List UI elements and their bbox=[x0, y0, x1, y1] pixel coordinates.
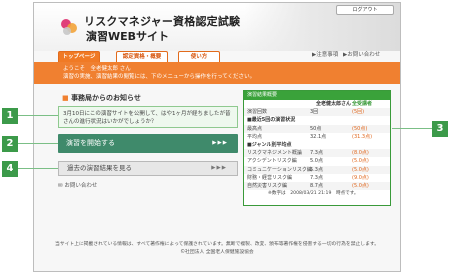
genre-all: (5.0点) bbox=[352, 182, 369, 189]
callout-4: 4 bbox=[2, 161, 18, 177]
arrows-icon: ▶▶▶ bbox=[212, 140, 228, 146]
notice-body: 3月10日にこの演習サイトを公開して、はや1ヶ月が経ちましたが皆さんの進行状況は… bbox=[58, 106, 238, 128]
footer-copyright: ©社団法人 全国老人保健施設協会 bbox=[180, 250, 254, 255]
genre-label: 財務・経営リスク編 bbox=[247, 174, 293, 181]
genre-value: 5.3点 bbox=[310, 166, 323, 173]
start-exercise-label: 演習を開始する bbox=[66, 139, 115, 147]
page: ログアウト リスクマネジャー資格認定試験 演習WEBサイト トップページ 認定資… bbox=[0, 0, 453, 278]
genre-all: (9.0点) bbox=[352, 174, 369, 181]
best-row: 最高点 50点 (50点) bbox=[244, 124, 390, 133]
notes-link[interactable]: ▶注意事項 bbox=[312, 52, 338, 58]
average-label: 平均点 bbox=[247, 133, 263, 140]
results-footnote-row: ※数字は 2008/03/21 21:19 時点です。 bbox=[244, 190, 390, 198]
genre-section-title: ■ジャンル別平均点 bbox=[247, 141, 292, 148]
genre-label: アクシデントリスク編 bbox=[247, 158, 297, 165]
all-users-label: 全受講者 bbox=[352, 101, 373, 107]
results-footnote: ※数字は 2008/03/21 21:19 時点です。 bbox=[268, 191, 359, 197]
genre-row: 財務・経営リスク編 7.3点 (9.0点) bbox=[244, 174, 390, 182]
welcome-line2: 演習の実施、演習結果の閲覧には、下のメニューから操作を行ってください。 bbox=[63, 74, 256, 80]
notice-bullet-icon: ■ bbox=[62, 94, 69, 102]
average-all: (31.3点) bbox=[352, 133, 373, 140]
tab-certification-overview[interactable]: 認定資格・概要 bbox=[116, 51, 168, 62]
past-results-button[interactable]: 過去の演習結果を見る ▶▶▶ bbox=[58, 161, 238, 176]
genre-value: 5.0点 bbox=[310, 158, 323, 165]
callout-4-line bbox=[17, 168, 58, 169]
average-value: 32.1点 bbox=[310, 133, 327, 140]
callout-1-line bbox=[17, 115, 58, 116]
genre-value: 8.7点 bbox=[310, 182, 323, 189]
genre-section: ■ジャンル別平均点 bbox=[244, 141, 390, 149]
contact-header-link[interactable]: ▶お問い合わせ bbox=[343, 52, 380, 58]
genre-all: (5.0点) bbox=[352, 166, 369, 173]
contact-link-label: お問い合わせ bbox=[64, 183, 98, 189]
contact-link[interactable]: ✉ お問い合わせ bbox=[58, 181, 97, 189]
footer-copyright-notice: 当サイト上に掲載されている情報は、すべて著作権によって保護されています。無断で複… bbox=[54, 242, 380, 247]
arrows-icon: ▶▶▶ bbox=[211, 165, 227, 171]
genre-all: (5.0点) bbox=[352, 158, 369, 165]
notice-title-text: 事務局からのお知らせ bbox=[71, 94, 141, 102]
logout-button[interactable]: ログアウト bbox=[336, 5, 394, 15]
recent-section-title: ■最近5回の演習状況 bbox=[247, 117, 296, 124]
callout-2-line bbox=[17, 143, 58, 144]
genre-row: コミュニケーションリスク編 5.3点 (5.0点) bbox=[244, 165, 390, 174]
recent-section: ■最近5回の演習状況 bbox=[244, 116, 390, 124]
best-value: 50点 bbox=[310, 125, 322, 132]
genre-value: 7.3点 bbox=[310, 150, 323, 157]
results-header-row: 全老健太郎さん 全受講者 bbox=[244, 100, 390, 108]
attempts-label: 演習回数 bbox=[247, 109, 268, 116]
header-links: ▶注意事項 ▶お問い合わせ bbox=[312, 50, 380, 58]
genre-label: リスクマネジメント概論 bbox=[247, 150, 303, 157]
tab-top-page[interactable]: トップページ bbox=[58, 51, 100, 62]
average-row: 平均点 32.1点 (31.3点) bbox=[244, 133, 390, 141]
results-heading: 演習結果概要 bbox=[244, 91, 390, 100]
genre-label: 自然災害リスク編 bbox=[247, 182, 288, 189]
attempts-value: 3回 bbox=[310, 109, 319, 116]
welcome-line1: ようこそ 全老健太郎 さん bbox=[63, 66, 131, 72]
start-exercise-button[interactable]: 演習を開始する ▶▶▶ bbox=[58, 134, 238, 153]
genre-value: 7.3点 bbox=[310, 174, 323, 181]
genre-row: リスクマネジメント概論 7.3点 (8.0点) bbox=[244, 149, 390, 158]
callout-2: 2 bbox=[2, 136, 18, 152]
site-footer: 当サイト上に掲載されている情報は、すべて著作権によって保護されています。無断で複… bbox=[34, 241, 400, 257]
genre-label: コミュニケーションリスク編 bbox=[247, 166, 312, 173]
best-all: (50点) bbox=[352, 125, 368, 132]
callout-3: 3 bbox=[432, 121, 448, 137]
welcome-band: ようこそ 全老健太郎 さん 演習の実施、演習結果の閲覧には、下のメニューから操作… bbox=[34, 62, 400, 84]
site-title-line1: リスクマネジャー資格認定試験 bbox=[84, 15, 241, 28]
callout-3-line bbox=[392, 128, 432, 129]
best-label: 最高点 bbox=[247, 125, 263, 132]
user-name: 全老健太郎さん bbox=[316, 101, 352, 107]
genre-all: (8.0点) bbox=[352, 150, 369, 157]
tab-how-to-use[interactable]: 使い方 bbox=[178, 51, 220, 62]
results-panel: 演習結果概要 全老健太郎さん 全受講者 演習回数 3回 (5回) ■最近5回の演… bbox=[243, 90, 391, 206]
genre-row: 自然災害リスク編 8.7点 (5.0点) bbox=[244, 181, 390, 191]
callout-1: 1 bbox=[2, 108, 18, 124]
site-title-line2: 演習WEBサイト bbox=[86, 30, 170, 43]
mail-icon: ✉ bbox=[58, 183, 63, 189]
past-results-label: 過去の演習結果を見る bbox=[67, 164, 132, 172]
genre-row: アクシデントリスク編 5.0点 (5.0点) bbox=[244, 157, 390, 165]
attempts-all: (5回) bbox=[352, 109, 365, 116]
attempts-row: 演習回数 3回 (5回) bbox=[244, 108, 390, 117]
site-logo-icon bbox=[61, 19, 77, 35]
notice-title: ■ 事務局からのお知らせ bbox=[62, 93, 141, 103]
